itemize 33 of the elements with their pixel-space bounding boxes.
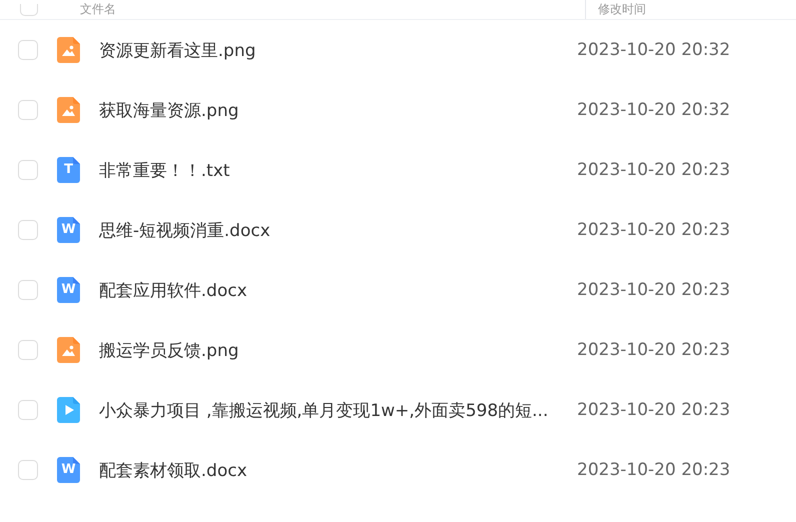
checkbox[interactable] [18,280,38,300]
file-name[interactable]: 获取海量资源.png [99,98,559,122]
file-name[interactable]: 思维-短视频消重.docx [99,218,559,242]
word-file-icon: W [57,277,80,303]
modified-time: 2023-10-20 20:23 [577,400,730,420]
image-file-icon [57,337,80,363]
modified-time: 2023-10-20 20:23 [577,220,730,240]
modified-time: 2023-10-20 20:32 [577,100,730,120]
checkbox[interactable] [18,400,38,420]
video-file-icon [57,397,80,423]
modified-time: 2023-10-20 20:23 [577,280,730,300]
modified-time: 2023-10-20 20:23 [577,160,730,180]
file-name[interactable]: 资源更新看这里.png [99,38,559,62]
checkbox[interactable] [18,220,38,240]
select-all-checkbox[interactable] [20,4,38,16]
checkbox[interactable] [18,340,38,360]
modified-time: 2023-10-20 20:32 [577,40,730,60]
image-file-icon [57,37,80,63]
word-file-icon: W [57,217,80,243]
modified-time: 2023-10-20 20:23 [577,340,730,360]
checkbox[interactable] [18,460,38,480]
word-file-icon: W [57,457,80,483]
checkbox[interactable] [18,40,38,60]
text-file-icon: T [57,157,80,183]
file-name[interactable]: 配套应用软件.docx [99,278,559,302]
file-name[interactable]: 搬运学员反馈.png [99,338,559,362]
file-name[interactable]: 非常重要！！.txt [99,158,559,182]
file-name[interactable]: 小众暴力项目 ,靠搬运视频,单月变现1w+,外面卖598的短... [99,398,559,422]
image-file-icon [57,97,80,123]
checkbox[interactable] [18,160,38,180]
checkbox[interactable] [18,100,38,120]
file-name[interactable]: 配套素材领取.docx [99,458,559,482]
modified-time: 2023-10-20 20:23 [577,460,730,480]
